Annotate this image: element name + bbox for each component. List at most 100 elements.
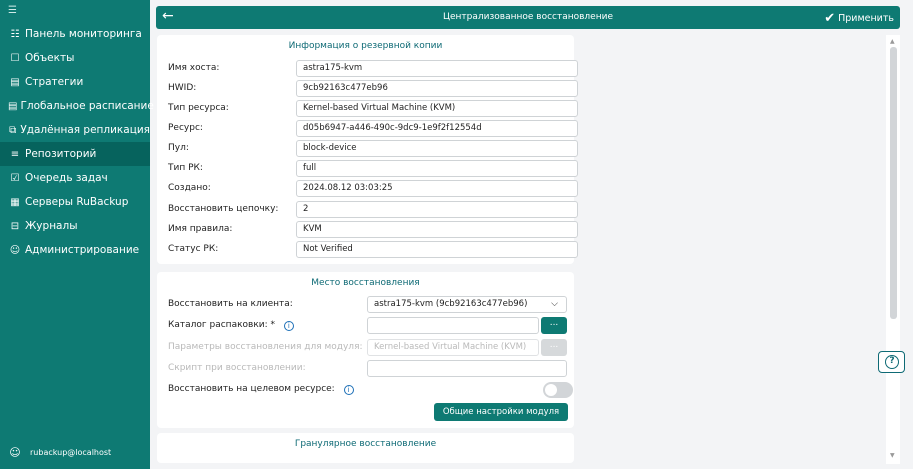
required-mark: * [270, 320, 276, 330]
monitor-icon: ☐ [10, 52, 20, 64]
sidebar-item-dashboard[interactable]: ☷ Панель мониторинга [0, 22, 150, 46]
dashboard-icon: ☷ [10, 28, 20, 40]
script-row: Скрипт при восстановлении: [168, 360, 568, 377]
restore-location-title: Место восстановления [311, 278, 420, 288]
restore-location-panel: Место восстановления Восстановить на кли… [157, 272, 574, 428]
script-input[interactable] [367, 360, 567, 377]
module-params-button[interactable]: ... [541, 339, 567, 356]
unpack-label: Каталог распаковки: [168, 320, 268, 330]
module-settings-button[interactable]: Общие настройки модуля [434, 403, 568, 421]
menu-collapse-icon[interactable]: ☰ [0, 0, 150, 22]
info-icon[interactable]: i [283, 321, 294, 331]
client-select-value: astra175-kvm (9cb92163c477eb96) [374, 299, 528, 309]
field-value: astra175-kvm [296, 60, 578, 77]
field-value: Not Verified [296, 241, 578, 258]
target-label: Восстановить на целевом ресурсе: [168, 384, 335, 394]
sidebar-item-label: Глобальное расписание [20, 100, 154, 112]
target-resource-toggle[interactable] [543, 382, 573, 398]
document-icon: ▤ [10, 76, 20, 88]
backup-info-panel: Информация о резервной копии Имя хоста: … [157, 35, 578, 264]
field-restore-chain: Восстановить цепочку: 2 [168, 201, 578, 218]
sidebar-item-label: Стратегии [25, 76, 84, 88]
sidebar-item-label: Серверы RuBackup [25, 196, 129, 208]
target-resource-row: Восстановить на целевом ресурсе: i [168, 381, 573, 398]
field-resource: Ресурс: d05b6947-a446-490c-9dc9-1e9f2f12… [168, 120, 578, 137]
sidebar-item-logs[interactable]: ⊟ Журналы [0, 214, 150, 238]
user-icon: ☺ [9, 446, 21, 459]
field-pool: Пул: block-device [168, 140, 578, 157]
field-created: Создано: 2024.08.12 03:03:25 [168, 180, 578, 197]
unpack-row: Каталог распаковки: * i ... [168, 317, 568, 334]
scroll-up-icon[interactable]: ▲ [890, 38, 895, 45]
sidebar: ☰ ☷ Панель мониторинга ☐ Объекты ▤ Страт… [0, 0, 154, 469]
unpack-dir-input[interactable] [367, 317, 539, 334]
sidebar-item-servers[interactable]: ▦ Серверы RuBackup [0, 190, 150, 214]
scroll-down-icon[interactable]: ▼ [890, 452, 895, 459]
sidebar-item-label: Журналы [25, 220, 78, 232]
task-queue-icon: ☑ [10, 172, 20, 184]
field-value: full [296, 160, 578, 177]
field-label: Статус РК: [168, 244, 219, 254]
sidebar-item-administration[interactable]: ☺ Администрирование [0, 238, 150, 262]
field-rule-name: Имя правила: KVM [168, 221, 578, 238]
field-value: 2024.08.12 03:03:25 [296, 180, 578, 197]
field-label: Создано: [168, 183, 211, 193]
granular-restore-title: Гранулярное восстановление [294, 439, 437, 449]
client-select[interactable]: astra175-kvm (9cb92163c477eb96) ⌵ [367, 296, 567, 313]
sidebar-item-label: Объекты [25, 52, 75, 64]
sidebar-item-task-queue[interactable]: ☑ Очередь задач [0, 166, 150, 190]
apply-button[interactable]: ✔ Применить [824, 11, 894, 26]
sidebar-item-global-schedule[interactable]: ▤ Глобальное расписание [0, 94, 154, 118]
sidebar-item-strategies[interactable]: ▤ Стратегии [0, 70, 150, 94]
field-value: d05b6947-a446-490c-9dc9-1e9f2f12554d [296, 120, 578, 137]
scrollbar-thumb[interactable] [890, 47, 897, 319]
page-header: ← Централизованное восстановление ✔ Прим… [156, 6, 900, 29]
unpack-label-wrap: Каталог распаковки: * i [168, 320, 294, 331]
sidebar-item-remote-replication[interactable]: ⧉ Удалённая репликация [0, 118, 150, 142]
replication-icon: ⧉ [9, 124, 17, 136]
field-backup-type: Тип РК: full [168, 160, 578, 177]
field-label: Пул: [168, 143, 189, 153]
sidebar-item-objects[interactable]: ☐ Объекты [0, 46, 150, 70]
sidebar-item-label: Администрирование [25, 244, 140, 256]
checkmark-icon: ✔ [824, 11, 836, 26]
field-label: Восстановить цепочку: [168, 204, 279, 214]
field-label: Ресурс: [168, 123, 203, 133]
module-params-row: Параметры восстановления для модуля: Ker… [168, 339, 568, 356]
users-icon: ☺ [9, 244, 21, 256]
question-icon: ? [885, 355, 899, 369]
script-label: Скрипт при восстановлении: [168, 363, 306, 373]
chevron-down-icon: ⌵ [551, 299, 558, 309]
sidebar-item-repository[interactable]: ≡ Репозиторий [0, 142, 150, 166]
target-label-wrap: Восстановить на целевом ресурсе: i [168, 384, 354, 395]
sidebar-item-label: Удалённая репликация [20, 124, 150, 136]
help-button[interactable]: ? [878, 351, 905, 373]
client-row: Восстановить на клиента: astra175-kvm (9… [168, 296, 568, 313]
field-hostname: Имя хоста: astra175-kvm [168, 60, 578, 77]
module-params-input[interactable]: Kernel-based Virtual Machine (KVM) [367, 339, 539, 356]
backup-info-title: Информация о резервной копии [288, 41, 443, 51]
browse-unpack-button[interactable]: ... [541, 317, 567, 334]
user-label: rubackup@localhost [30, 448, 112, 457]
client-label: Восстановить на клиента: [168, 299, 293, 309]
toggle-knob [545, 384, 557, 396]
current-user[interactable]: ☺ rubackup@localhost [8, 446, 111, 459]
granular-restore-panel[interactable]: Гранулярное восстановление [157, 433, 574, 463]
field-hwid: HWID: 9cb92163c477eb96 [168, 80, 578, 97]
page-title: Централизованное восстановление [443, 12, 613, 22]
field-backup-status: Статус РК: Not Verified [168, 241, 578, 258]
database-icon: ≡ [10, 148, 20, 160]
server-icon: ▦ [10, 196, 20, 208]
apply-button-label: Применить [838, 13, 894, 24]
schedule-icon: ▤ [8, 100, 18, 112]
info-icon[interactable]: i [343, 385, 354, 395]
field-resource-type: Тип ресурса: Kernel-based Virtual Machin… [168, 100, 578, 117]
field-value: block-device [296, 140, 578, 157]
sidebar-item-label: Репозиторий [25, 148, 97, 160]
field-label: Имя правила: [168, 224, 233, 234]
field-label: HWID: [168, 83, 197, 93]
field-value: KVM [296, 221, 578, 238]
field-label: Имя хоста: [168, 63, 220, 73]
sidebar-item-label: Очередь задач [25, 172, 108, 184]
field-value: Kernel-based Virtual Machine (KVM) [296, 100, 578, 117]
